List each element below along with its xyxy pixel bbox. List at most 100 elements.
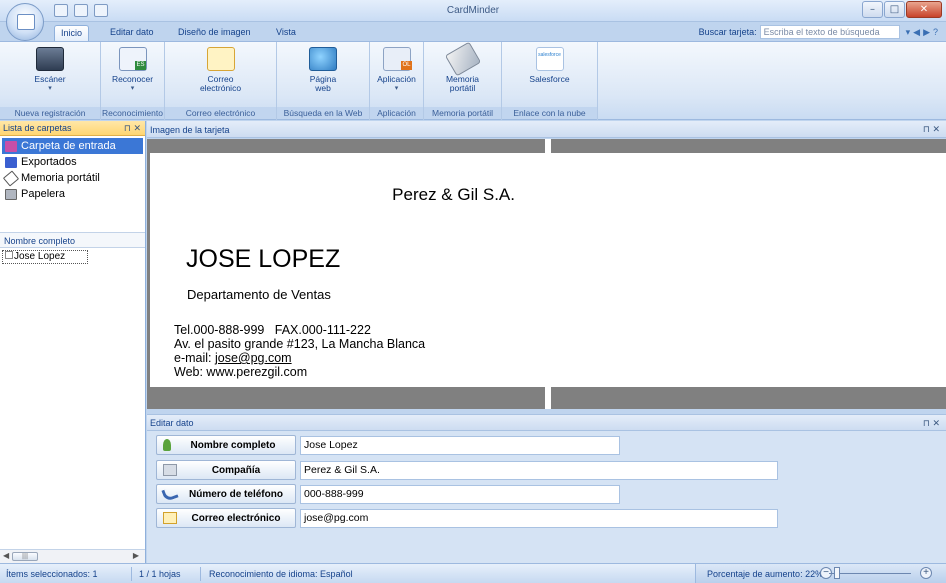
maximize-button[interactable]: □: [884, 1, 905, 18]
horizontal-scrollbar[interactable]: ◀ ||| ▶: [0, 549, 145, 563]
email-field[interactable]: jose@pg.com: [300, 508, 778, 528]
card-email-line: e-mail: jose@pg.com: [174, 351, 292, 365]
card-front: Perez & Gil S.A. JOSE LOPEZ Departamento…: [150, 153, 545, 387]
minimize-button[interactable]: –: [862, 1, 883, 18]
group-label: Reconocimiento: [101, 107, 164, 119]
group-aplicacion: Aplicación ▾ Aplicación: [370, 42, 424, 120]
mail-icon: [206, 47, 235, 71]
close-button[interactable]: ✕: [906, 1, 942, 18]
card-web-line: Web: www.perezgil.com: [174, 365, 308, 379]
card-icon: [5, 251, 13, 259]
company-field[interactable]: Perez & Gil S.A.: [300, 460, 778, 480]
trash-icon: [5, 188, 17, 200]
zoom-slider-thumb[interactable]: [834, 567, 841, 579]
language-status: Reconocimiento de idioma: Español: [209, 569, 353, 579]
recognize-button[interactable]: Reconocer ▾: [103, 47, 163, 93]
tab-editar-dato[interactable]: Editar dato: [104, 25, 160, 41]
field-row-company: Compañía Perez & Gil S.A.: [156, 460, 778, 480]
usb-memory-button[interactable]: Memoria portátil: [433, 41, 493, 93]
card-company: Perez & Gil S.A.: [392, 185, 515, 204]
scroll-thumb[interactable]: |||: [12, 552, 38, 561]
full-name-button[interactable]: Nombre completo: [156, 435, 296, 455]
group-nueva-registracion: Escáner ▾ Nueva registración: [0, 42, 101, 120]
left-pane: Lista de carpetas ⊓ ✕ Carpeta de entrada…: [0, 121, 146, 563]
zoom-slider-track[interactable]: [829, 573, 911, 574]
folder-item-trash[interactable]: Papelera: [2, 186, 143, 202]
full-name-field[interactable]: Jose Lopez: [300, 435, 620, 455]
folder-item-usb[interactable]: Memoria portátil: [2, 169, 143, 187]
group-label: Correo electrónico: [165, 107, 276, 119]
pane-controls[interactable]: ⊓ ✕: [124, 123, 141, 134]
outlook-icon: [382, 47, 412, 71]
search-input[interactable]: Escriba el texto de búsqueda: [759, 25, 900, 39]
status-separator: [200, 567, 201, 581]
group-memoria: Memoria portátil Memoria portátil: [424, 41, 502, 120]
chevron-down-icon: ▾: [130, 85, 135, 92]
group-label: Enlace con la nube: [502, 107, 597, 119]
group-reconocimiento: Reconocer ▾ Reconocimiento: [101, 42, 165, 120]
status-separator: [131, 567, 132, 581]
edit-data-header: Editar dato ⊓ ✕: [147, 414, 946, 431]
application-button[interactable]: Aplicación ▾: [370, 47, 423, 93]
search-next-icon[interactable]: ▶: [923, 27, 930, 38]
search-previous-icon[interactable]: ◀: [913, 27, 920, 38]
scroll-right-icon[interactable]: ▶: [133, 551, 139, 560]
salesforce-icon: salesforce: [535, 47, 564, 71]
tab-vista[interactable]: Vista: [270, 25, 302, 41]
web-page-button[interactable]: Página web: [293, 47, 353, 93]
help-icon[interactable]: ?: [933, 27, 938, 38]
scanner-button[interactable]: Escáner ▾: [20, 47, 80, 93]
card-phone-line: Tel.000-888-999 FAX.000-111-222: [174, 323, 371, 337]
phone-field[interactable]: 000-888-999: [300, 484, 620, 504]
field-row-name: Nombre completo Jose Lopez: [156, 435, 620, 455]
phone-button[interactable]: Número de teléfono: [156, 484, 296, 504]
phone-icon: [161, 485, 179, 503]
folder-item-exported[interactable]: Exportados: [2, 154, 143, 170]
page-count: 1 / 1 hojas: [139, 569, 181, 579]
tab-inicio[interactable]: Inicio: [54, 25, 90, 41]
card-contact-lines: Tel.000-888-999 FAX.000-111-222 Av. el p…: [174, 323, 425, 379]
group-busqueda-web: Página web Búsqueda en la Web: [277, 42, 370, 120]
status-bar: Ítems seleccionados: 1 1 / 1 hojas Recon…: [0, 563, 946, 583]
tab-diseno-imagen[interactable]: Diseño de imagen: [172, 25, 257, 41]
inbox-folder-icon: [5, 140, 17, 152]
email-button[interactable]: Correo electrónico: [156, 508, 296, 528]
folder-list-header: Lista de carpetas ⊓ ✕: [0, 121, 145, 136]
email-button[interactable]: Correo electrónico: [191, 47, 251, 93]
list-item[interactable]: Jose Lopez: [2, 250, 88, 264]
field-row-phone: Número de teléfono 000-888-999: [156, 484, 620, 504]
card-image-header: Imagen de la tarjeta ⊓ ✕: [147, 121, 946, 138]
app-menu-button[interactable]: [6, 3, 44, 41]
selected-count: Ítems seleccionados: 1: [6, 569, 98, 579]
chevron-down-icon: ▾: [394, 85, 399, 92]
company-button[interactable]: Compañía: [156, 460, 296, 480]
usb-icon: [444, 41, 481, 77]
group-correo: Correo electrónico Correo electrónico: [165, 42, 277, 120]
edit-data-area: Nombre completo Jose Lopez Compañía Pere…: [147, 431, 946, 563]
folder-item-inbox[interactable]: Carpeta de entrada: [2, 138, 143, 154]
scanner-icon: [36, 47, 64, 71]
dropdown-arrow-icon[interactable]: ▾: [906, 27, 911, 38]
company-icon: [163, 464, 177, 476]
group-label: Nueva registración: [0, 107, 100, 119]
zoom-in-button[interactable]: +: [920, 567, 932, 579]
web-icon: [309, 47, 337, 71]
chevron-down-icon: ▾: [48, 85, 52, 92]
scroll-left-icon[interactable]: ◀: [3, 551, 9, 560]
person-icon: [163, 439, 171, 451]
group-label: Búsqueda en la Web: [277, 107, 369, 119]
field-row-email: Correo electrónico jose@pg.com: [156, 508, 778, 528]
name-column-header[interactable]: Nombre completo: [0, 232, 145, 248]
pane-controls[interactable]: ⊓ ✕: [923, 418, 940, 429]
zoom-area: Porcentaje de aumento: 22% − +: [695, 564, 946, 583]
exported-icon: [5, 156, 17, 168]
card-image-area: Perez & Gil S.A. JOSE LOPEZ Departamento…: [147, 139, 946, 409]
salesforce-button[interactable]: salesforce Salesforce: [520, 47, 580, 84]
group-label: Aplicación: [370, 107, 423, 119]
recognize-icon: [118, 47, 147, 71]
pane-controls[interactable]: ⊓ ✕: [923, 124, 940, 135]
search-bar: Buscar tarjeta: Escriba el texto de búsq…: [699, 25, 938, 39]
usb-icon: [2, 169, 20, 187]
group-nube: salesforce Salesforce Enlace con la nube: [502, 42, 598, 120]
ribbon: Escáner ▾ Nueva registración Reconocer ▾…: [0, 41, 946, 120]
